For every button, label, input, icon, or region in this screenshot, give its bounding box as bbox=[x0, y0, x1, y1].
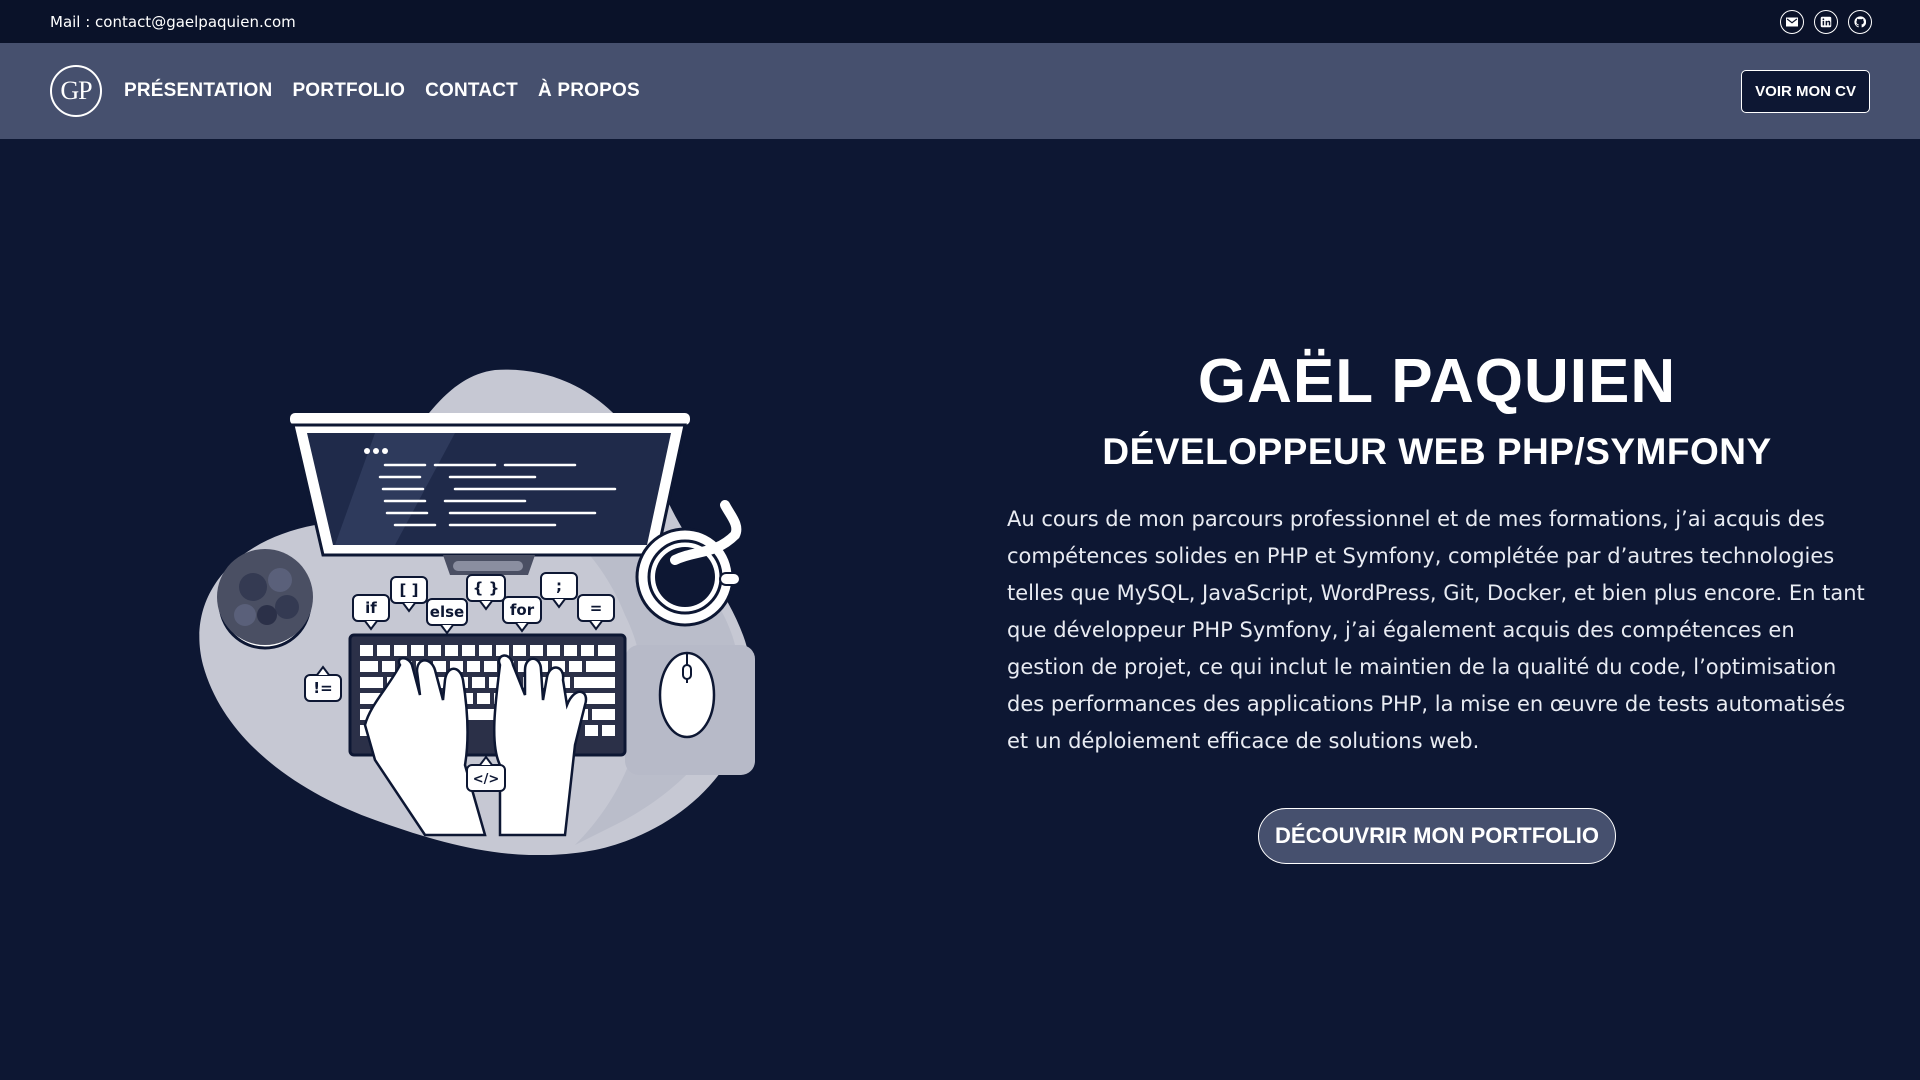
nav-link-a-propos[interactable]: À PROPOS bbox=[538, 80, 640, 102]
contact-mail[interactable]: Mail : contact@gaelpaquien.com bbox=[50, 13, 296, 31]
hero-description: Au cours de mon parcours professionnel e… bbox=[1007, 507, 1865, 754]
hero-content: GAËL PAQUIEN DÉVELOPPEUR WEB PHP/SYMFONY… bbox=[1007, 345, 1867, 865]
nav-links: PRÉSENTATION PORTFOLIO CONTACT À PROPOS bbox=[124, 80, 640, 102]
bubble-for: for bbox=[510, 601, 535, 619]
portfolio-button-wrap: DÉCOUVRIR MON PORTFOLIO bbox=[1007, 808, 1867, 865]
laptop-screen bbox=[290, 413, 690, 575]
nav-link-presentation[interactable]: PRÉSENTATION bbox=[124, 80, 272, 102]
bubble-equals: = bbox=[590, 599, 603, 617]
view-cv-button[interactable]: VOIR MON CV bbox=[1741, 69, 1870, 113]
main-navbar: GP PRÉSENTATION PORTFOLIO CONTACT À PROP… bbox=[0, 43, 1920, 139]
hero-title: DÉVELOPPEUR WEB PHP/SYMFONY bbox=[1102, 431, 1772, 473]
bubble-braces: { } bbox=[473, 579, 500, 597]
developer-illustration: if [ ] else { } for ; = != </> bbox=[199, 369, 755, 855]
discover-portfolio-button[interactable]: DÉCOUVRIR MON PORTFOLIO bbox=[1258, 808, 1616, 865]
nav-link-portfolio[interactable]: PORTFOLIO bbox=[292, 80, 405, 102]
bubble-not-equal: != bbox=[313, 679, 332, 697]
top-bar: Mail : contact@gaelpaquien.com bbox=[0, 0, 1920, 43]
bubble-brackets: [ ] bbox=[400, 581, 419, 599]
hero-name: GAËL PAQUIEN bbox=[1197, 347, 1677, 416]
bubble-semicolon: ; bbox=[556, 577, 562, 595]
plant-pot bbox=[217, 549, 313, 650]
nav-link-contact[interactable]: CONTACT bbox=[425, 80, 518, 102]
github-icon[interactable] bbox=[1848, 9, 1872, 34]
social-links bbox=[1780, 9, 1872, 34]
site-logo[interactable]: GP bbox=[50, 65, 102, 117]
mail-icon[interactable] bbox=[1780, 9, 1804, 34]
bubble-else: else bbox=[430, 603, 464, 621]
bubble-code-tag: </> bbox=[473, 772, 500, 787]
bubble-if: if bbox=[365, 599, 377, 617]
linkedin-icon[interactable] bbox=[1814, 9, 1838, 34]
